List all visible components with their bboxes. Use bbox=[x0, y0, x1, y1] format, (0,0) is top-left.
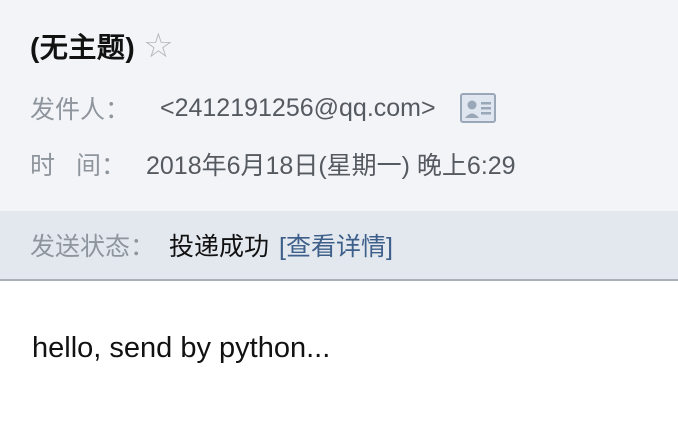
sender-address[interactable]: <2412191256@qq.com> bbox=[160, 94, 436, 123]
status-label: 发送状态： bbox=[30, 233, 156, 261]
star-icon[interactable]: ☆ bbox=[143, 29, 173, 63]
time-label-left: 时 bbox=[30, 152, 56, 180]
mail-body: hello, send by python... bbox=[32, 332, 331, 364]
mail-header: (无主题) ☆ 发件人： <2412191256@qq.com> 时 间： 20… bbox=[0, 0, 678, 211]
time-label: 时 间： bbox=[30, 146, 126, 182]
time-label-right: 间： bbox=[75, 152, 126, 180]
delivery-status-bar: 发送状态： 投递成功 [查看详情] bbox=[0, 211, 678, 281]
status-row: 发送状态： 投递成功 [查看详情] bbox=[30, 227, 393, 263]
sender-row: 发件人： <2412191256@qq.com> bbox=[30, 90, 496, 126]
subject-row: (无主题) ☆ bbox=[30, 24, 174, 68]
status-value: 投递成功 bbox=[169, 233, 270, 261]
sender-label: 发件人： bbox=[30, 96, 131, 124]
contact-card-icon[interactable] bbox=[459, 93, 496, 123]
time-value: 2018年6月18日(星期一) 晚上6:29 bbox=[146, 152, 516, 180]
view-details-link[interactable]: [查看详情] bbox=[279, 227, 393, 263]
mail-subject: (无主题) bbox=[30, 32, 136, 63]
time-row: 时 间： 2018年6月18日(星期一) 晚上6:29 bbox=[30, 146, 516, 182]
